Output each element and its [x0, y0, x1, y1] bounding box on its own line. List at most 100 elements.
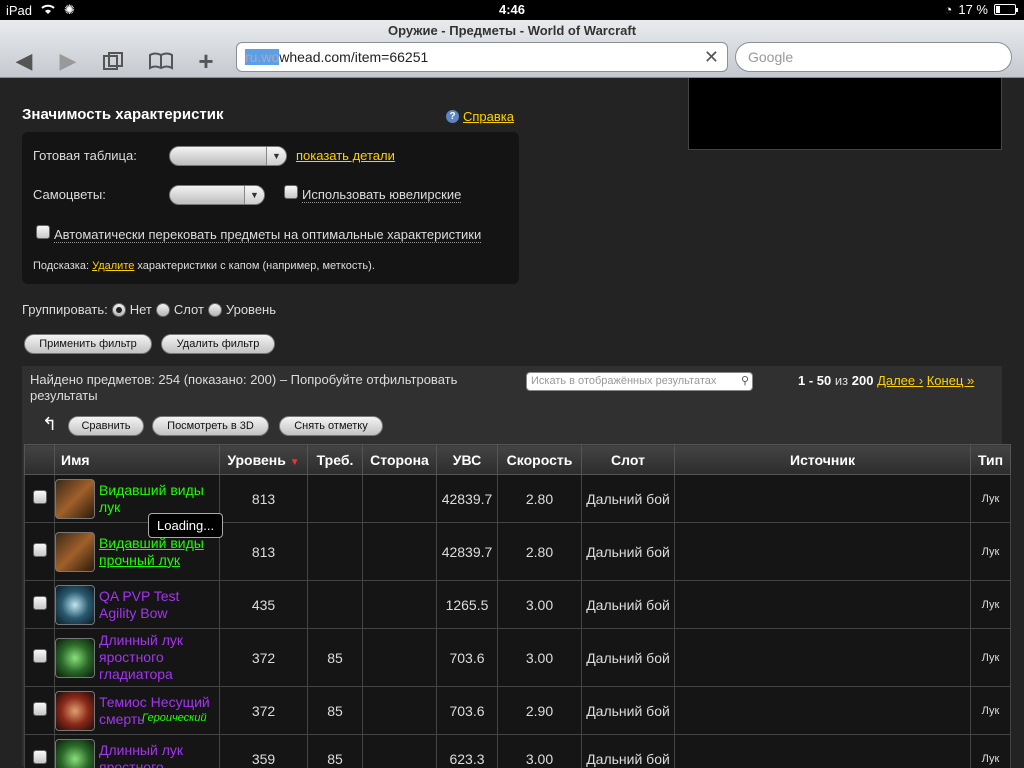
table-row: Темиос Несущий смерть 372 85 703.6 2.90 …: [24, 686, 1011, 735]
group-slot-label: Слот: [173, 302, 204, 317]
hint-remove-link[interactable]: Удалите: [92, 260, 134, 272]
help-link-group[interactable]: ? Справка: [446, 109, 514, 124]
item-link[interactable]: Длинный лук яростного: [99, 742, 211, 768]
view-3d-button[interactable]: Посмотреть в 3D: [152, 416, 269, 436]
auto-reforge-checkbox[interactable]: [36, 225, 50, 239]
item-dps: 1265.5: [436, 580, 498, 629]
item-name-cell: Темиос Несущий смерть: [54, 686, 220, 735]
page-total: 200: [851, 373, 874, 388]
google-search-field[interactable]: Google: [735, 42, 1012, 72]
use-jc-checkbox[interactable]: [284, 185, 298, 199]
rotation-lock-icon: ◔: [944, 2, 953, 17]
preset-select[interactable]: ▼: [169, 146, 287, 166]
row-checkbox[interactable]: [32, 490, 47, 504]
last-page-link[interactable]: Конец »: [927, 373, 975, 388]
bow-icon[interactable]: [55, 738, 95, 768]
item-type: Лук: [970, 474, 1011, 523]
page-of: из: [834, 373, 849, 388]
item-slot: Дальний бой: [581, 686, 675, 735]
ad-box: [688, 78, 1002, 150]
item-name-cell: Длинный лук яростного гладиатора: [54, 628, 220, 687]
group-none-radio[interactable]: [111, 302, 126, 317]
pagination: 1 - 50 из 200 Далее › Конец »: [798, 373, 974, 388]
help-icon: ?: [446, 110, 459, 123]
bow-icon[interactable]: [55, 637, 95, 678]
header-dps[interactable]: УВС: [436, 444, 498, 475]
magnifier-icon: ⚲: [740, 375, 749, 387]
bow-icon[interactable]: [55, 478, 95, 519]
item-source: [674, 580, 971, 629]
row-checkbox[interactable]: [32, 596, 47, 610]
table-row: QA PVP Test Agility Bow 435 1265.5 3.00 …: [24, 580, 1011, 629]
next-page-link[interactable]: Далее ›: [877, 373, 923, 388]
battery-icon: [994, 4, 1018, 15]
item-req: [307, 474, 363, 523]
clear-url-icon[interactable]: ✕: [704, 47, 719, 68]
item-source: [674, 628, 971, 687]
tabs-button[interactable]: [95, 47, 131, 75]
item-source: [674, 474, 971, 523]
row-checkbox[interactable]: [32, 702, 47, 716]
item-slot: Дальний бой: [581, 628, 675, 687]
auto-reforge-label: Автоматически перековать предметы на опт…: [54, 227, 482, 243]
group-level-radio[interactable]: [207, 302, 222, 317]
gems-select[interactable]: ▼: [169, 185, 265, 205]
item-link[interactable]: Видавший виды прочный лук: [99, 535, 211, 569]
item-type: Лук: [970, 686, 1011, 735]
header-name[interactable]: Имя: [54, 444, 220, 475]
item-link[interactable]: Длинный лук яростного гладиатора: [99, 632, 211, 683]
bow-icon[interactable]: [55, 531, 95, 572]
heroic-tag: Героический: [142, 712, 207, 724]
item-req: 85: [307, 686, 363, 735]
hint-suffix: характеристики с капом (например, меткос…: [137, 260, 375, 272]
bookmarks-button[interactable]: [143, 47, 179, 75]
item-dps: 623.3: [436, 734, 498, 768]
item-link[interactable]: QA PVP Test Agility Bow: [99, 588, 211, 622]
back-button[interactable]: ◀: [6, 47, 42, 75]
header-type[interactable]: Тип: [970, 444, 1011, 475]
header-source[interactable]: Источник: [674, 444, 971, 475]
row-checkbox[interactable]: [32, 750, 47, 764]
header-side[interactable]: Сторона: [362, 444, 437, 475]
header-speed[interactable]: Скорость: [497, 444, 582, 475]
chevron-down-icon: ▼: [244, 186, 264, 204]
chevron-down-icon: ▼: [266, 147, 286, 165]
group-slot-radio[interactable]: [155, 302, 170, 317]
item-link[interactable]: Видавший виды лук: [99, 482, 211, 516]
item-speed: 3.00: [497, 580, 582, 629]
add-button[interactable]: +: [188, 46, 224, 76]
bow-icon[interactable]: [55, 690, 95, 731]
page-title: Оружие - Предметы - World of Warcraft: [387, 23, 637, 38]
row-select-cell: [24, 686, 55, 735]
row-checkbox[interactable]: [32, 649, 47, 663]
forward-button[interactable]: ▶: [50, 47, 86, 75]
results-search-input[interactable]: Искать в отображённых результатах ⚲: [526, 372, 753, 391]
show-details-link[interactable]: показать детали: [296, 148, 395, 163]
apply-filter-button[interactable]: Применить фильтр: [24, 334, 152, 354]
url-text: whead.com/item=66251: [279, 49, 429, 65]
compare-button[interactable]: Сравнить: [68, 416, 144, 436]
sort-desc-icon: ▼: [289, 456, 300, 468]
header-req[interactable]: Треб.: [307, 444, 363, 475]
book-icon: [149, 52, 173, 70]
remove-filter-button[interactable]: Удалить фильтр: [161, 334, 275, 354]
results-count: Найдено предметов: 254 (показано: 200) –…: [30, 372, 458, 403]
bow-icon[interactable]: [55, 584, 95, 625]
item-side: [362, 734, 437, 768]
header-level[interactable]: Уровень ▼: [219, 444, 308, 475]
hint-prefix: Подсказка:: [33, 260, 90, 272]
item-source: [674, 734, 971, 768]
item-source: [674, 686, 971, 735]
header-slot[interactable]: Слот: [581, 444, 675, 475]
item-type: Лук: [970, 522, 1011, 581]
row-select-cell: [24, 474, 55, 523]
header-level-label: Уровень: [227, 451, 286, 468]
item-level: 359: [219, 734, 308, 768]
row-checkbox[interactable]: [32, 543, 47, 557]
item-dps: 703.6: [436, 686, 498, 735]
help-link[interactable]: Справка: [463, 109, 514, 124]
address-bar[interactable]: ru.wowhead.com/item=66251 ✕: [236, 42, 728, 72]
item-name-cell: QA PVP Test Agility Bow: [54, 580, 220, 629]
item-name-cell: Длинный лук яростного: [54, 734, 220, 768]
uncheck-button[interactable]: Снять отметку: [279, 416, 383, 436]
